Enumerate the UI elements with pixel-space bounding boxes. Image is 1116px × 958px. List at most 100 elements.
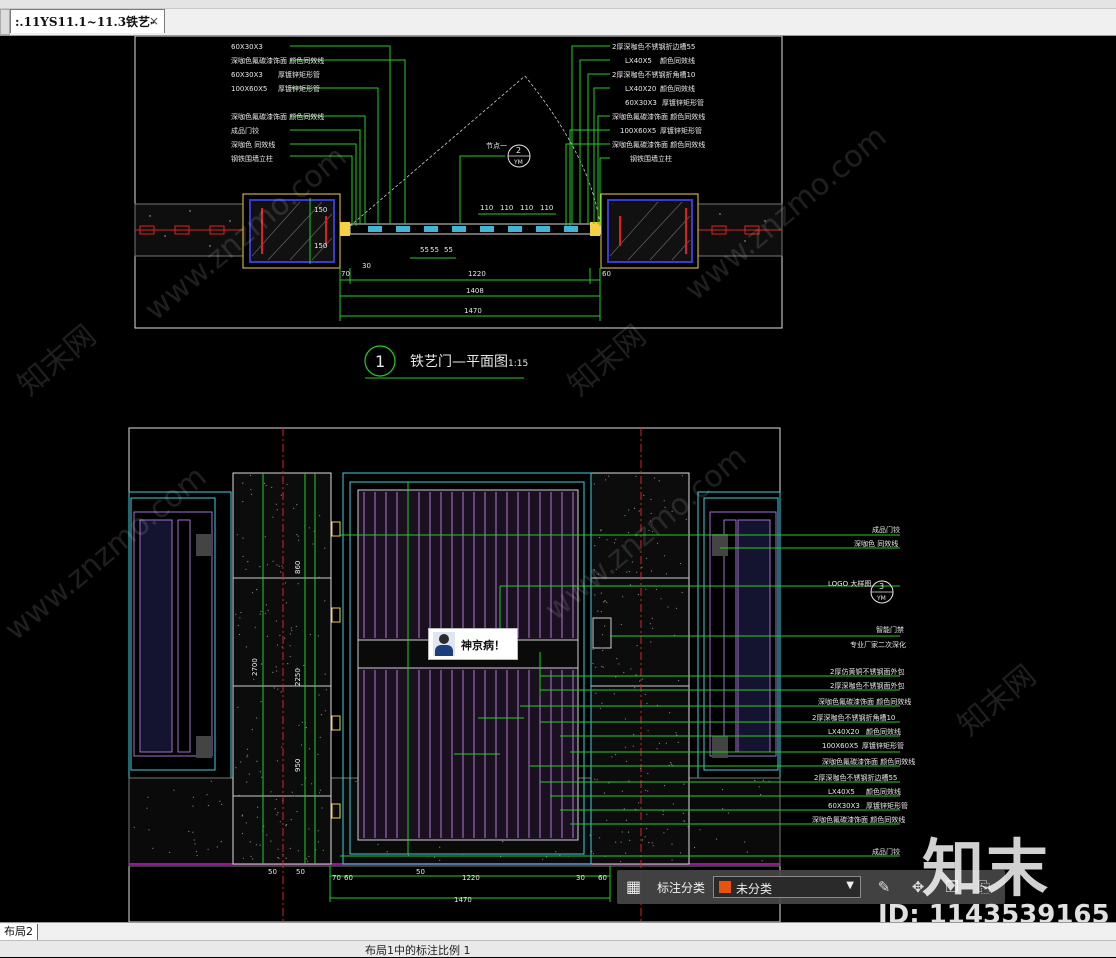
- texture-dot: [242, 537, 244, 539]
- layout-tab[interactable]: 布局2: [0, 924, 38, 940]
- texture-dot: [592, 662, 594, 665]
- tab-scroll-left[interactable]: [0, 9, 10, 35]
- annotation-category-dropdown[interactable]: 未分类 ▼: [713, 876, 861, 898]
- texture-dot: [546, 856, 548, 858]
- elev-label: 专业厂家二次深化: [850, 640, 906, 649]
- texture-dot: [608, 475, 610, 477]
- texture-dot: [601, 647, 603, 649]
- elev-label: 深咖色 同效线: [854, 539, 898, 548]
- texture-dot: [284, 637, 286, 639]
- texture-dot: [264, 482, 266, 484]
- texture-dot: [603, 792, 606, 794]
- texture-dot: [502, 841, 504, 843]
- texture-dot: [216, 846, 218, 848]
- texture-dot: [621, 790, 624, 792]
- texture-dot: [638, 802, 640, 804]
- texture-dot: [318, 694, 320, 696]
- texture-dot: [285, 602, 287, 604]
- texture-dot: [653, 477, 656, 479]
- texture-dot: [595, 692, 597, 694]
- texture-dot: [611, 756, 613, 758]
- texture-dot: [275, 503, 277, 505]
- dropdown-value: 未分类: [736, 882, 773, 896]
- texture-dot: [146, 807, 148, 809]
- elev-label: LX40X20: [828, 728, 859, 736]
- texture-dot: [635, 674, 637, 676]
- texture-dot: [278, 565, 280, 567]
- user-tooltip[interactable]: 神京病！: [428, 628, 518, 660]
- plan-dim: 150: [314, 206, 327, 214]
- texture-dot: [242, 482, 244, 484]
- texture-dot: [655, 588, 658, 591]
- texture-dot: [260, 610, 262, 613]
- texture-dot: [650, 641, 652, 643]
- texture-dot: [746, 851, 748, 853]
- section-text: 节点一: [486, 142, 507, 150]
- tooltip-text: 神京病！: [461, 639, 505, 652]
- texture-dot: [277, 688, 279, 690]
- texture-dot: [642, 678, 644, 680]
- texture-dot: [599, 837, 601, 839]
- texture-dot: [297, 850, 299, 852]
- menu-strip: [0, 0, 1116, 9]
- texture-dot: [620, 841, 622, 843]
- plan-dim: 55: [430, 246, 439, 254]
- texture-dot: [594, 778, 596, 780]
- elev-label: 60X30X3: [828, 802, 860, 810]
- texture-dot: [650, 498, 652, 500]
- drawing-canvas[interactable]: 60X30X3 深咖色氟碳漆饰面 颜色同效线 60X30X3 厚镀锌矩形管 10…: [0, 36, 1116, 922]
- elev-label: 成品门铰: [872, 525, 900, 534]
- texture-dot: [658, 480, 660, 482]
- texture-dot: [276, 814, 278, 816]
- texture-dot: [636, 571, 638, 573]
- texture-dot: [618, 663, 620, 665]
- texture-dot: [317, 635, 319, 637]
- layout-tab-bar: 布局2: [0, 922, 1116, 941]
- texture-dot: [647, 790, 649, 792]
- texture-dot: [663, 785, 666, 787]
- plan-label: 深咖色氟碳漆饰面 颜色同效线: [231, 112, 324, 121]
- texture-dot: [308, 527, 310, 529]
- active-document-tab[interactable]: :.11YS11.1~11.3铁艺- ×: [10, 9, 165, 33]
- texture-dot: [656, 748, 658, 750]
- texture-dot: [683, 783, 685, 785]
- texture-dot: [275, 620, 277, 622]
- texture-dot: [192, 796, 194, 799]
- texture-dot: [626, 760, 628, 763]
- texture-dot: [761, 860, 763, 862]
- texture-dot: [754, 780, 756, 782]
- texture-dot: [246, 756, 248, 758]
- texture-dot: [280, 571, 282, 573]
- texture-dot: [250, 488, 252, 491]
- texture-dot: [602, 649, 604, 652]
- plan-label: 厚镀锌矩形管: [662, 98, 704, 107]
- plan-label: 厚镀锌矩形管: [278, 84, 320, 93]
- texture-dot: [627, 831, 630, 833]
- texture-dot: [542, 858, 544, 860]
- plan-label: LX40X20: [625, 85, 656, 93]
- texture-dot: [261, 776, 263, 778]
- grid-icon[interactable]: ▦: [626, 878, 644, 896]
- texture-dot: [251, 493, 253, 495]
- texture-dot: [240, 761, 242, 763]
- texture-dot: [633, 733, 635, 736]
- texture-dot: [635, 475, 637, 477]
- texture-dot: [305, 727, 307, 729]
- edit-icon[interactable]: ✎: [875, 878, 893, 896]
- texture-dot: [291, 629, 293, 632]
- elev-dim: 60: [344, 874, 353, 882]
- texture-dot: [646, 813, 648, 815]
- close-icon[interactable]: ×: [149, 14, 159, 28]
- texture-dot: [615, 841, 617, 843]
- texture-dot: [276, 760, 278, 762]
- plan-dim: 55: [444, 246, 453, 254]
- texture-dot: [240, 612, 242, 614]
- elev-label: 厚镀锌矩形管: [866, 801, 908, 810]
- elev-label: 深咖色氟碳漆饰面 颜色同效线: [812, 815, 905, 824]
- texture-dot: [259, 844, 261, 846]
- texture-dot: [207, 848, 209, 850]
- texture-dot: [306, 858, 308, 860]
- texture-dot: [629, 839, 631, 842]
- elev-label: 100X60X5: [822, 742, 858, 750]
- texture-dot: [280, 691, 282, 693]
